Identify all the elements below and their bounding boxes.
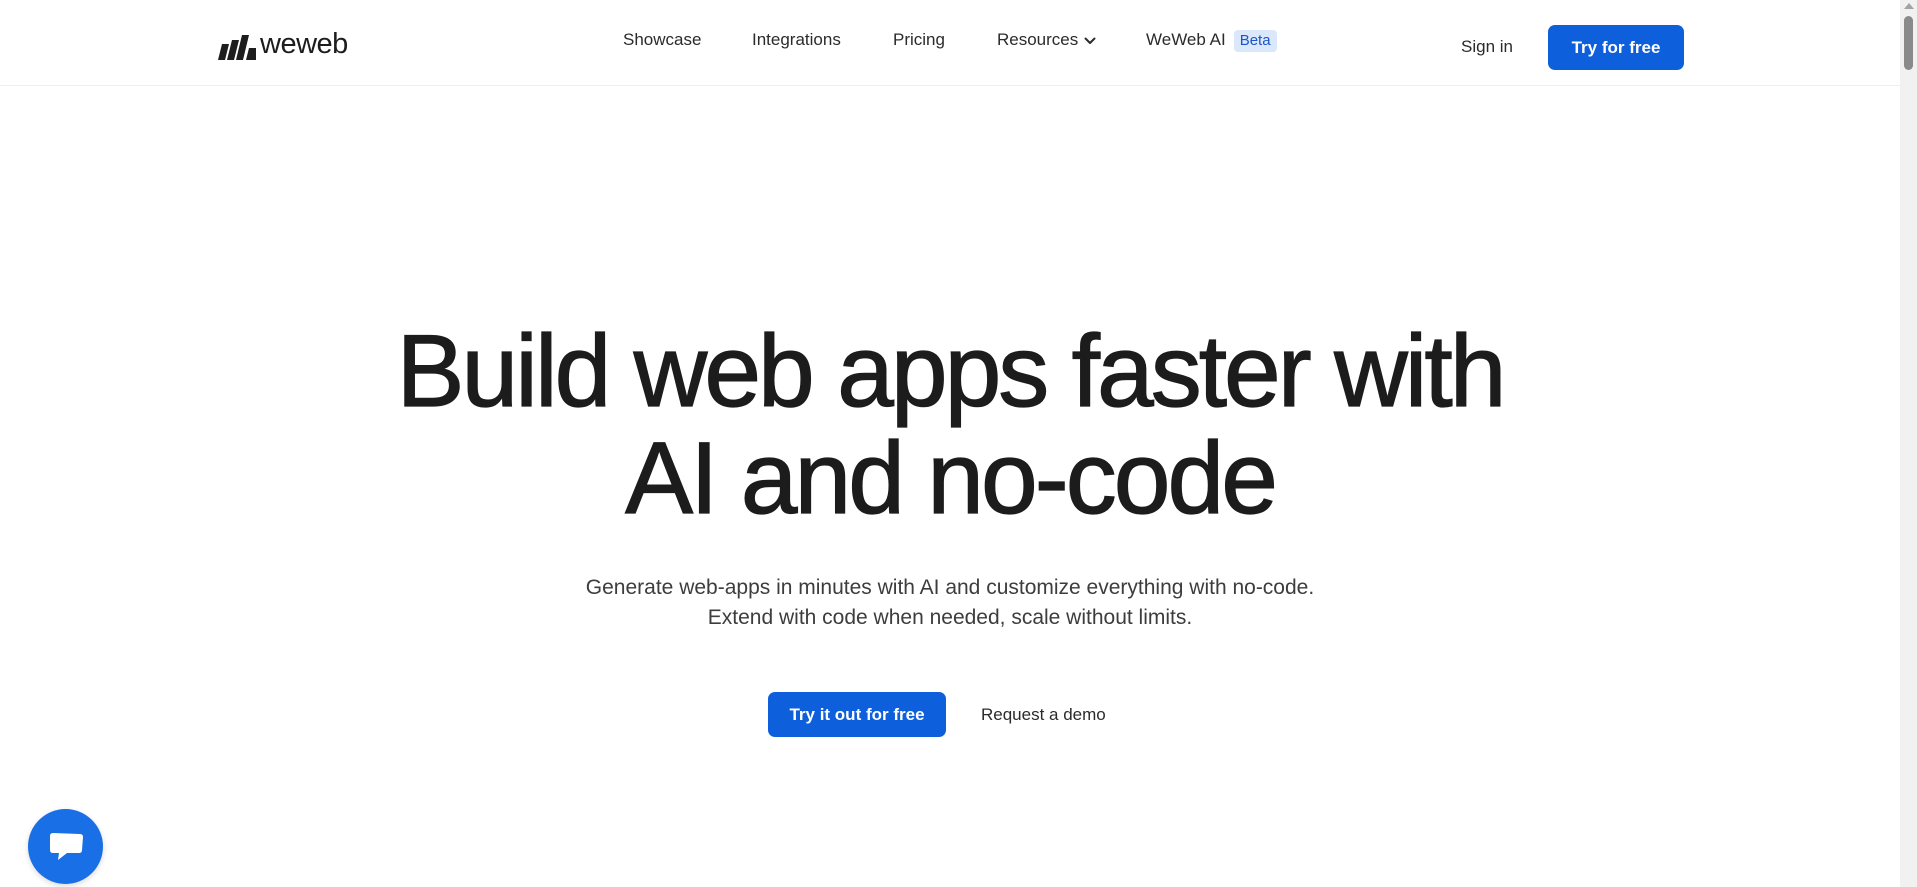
beta-badge: Beta (1233, 30, 1277, 52)
weweb-logo[interactable]: weweb (218, 28, 348, 61)
site-header: weweb Showcase Integrations Pricing Reso… (0, 0, 1900, 86)
request-demo-link[interactable]: Request a demo (981, 705, 1106, 725)
hero-subtitle: Generate web-apps in minutes with AI and… (0, 573, 1900, 633)
hero-subtitle-line-1: Generate web-apps in minutes with AI and… (585, 576, 1315, 599)
nav-resources-label: Resources (997, 30, 1079, 49)
scroll-up-arrow-icon[interactable] (1904, 3, 1914, 9)
nav-showcase[interactable]: Showcase (623, 28, 701, 52)
hero-title: Build web apps faster with AI and no-cod… (0, 317, 1900, 535)
scroll-thumb[interactable] (1904, 16, 1913, 70)
nav-integrations[interactable]: Integrations (752, 28, 841, 52)
brand-name: weweb (260, 28, 348, 60)
page: weweb Showcase Integrations Pricing Reso… (0, 0, 1917, 887)
try-it-out-button[interactable]: Try it out for free (768, 692, 946, 737)
chat-icon (49, 832, 83, 860)
nav-pricing[interactable]: Pricing (893, 28, 945, 52)
sign-in-link[interactable]: Sign in (1461, 36, 1513, 58)
nav-weweb-ai-label: WeWeb AI (1146, 30, 1226, 49)
hero-title-line-1: Build web apps faster with (396, 314, 1507, 428)
chevron-down-icon (1084, 28, 1096, 52)
hero-title-line-2: AI and no-code (624, 421, 1278, 535)
weweb-logo-icon (218, 34, 256, 60)
nav-weweb-ai[interactable]: WeWeb AI Beta (1146, 28, 1277, 52)
nav-resources[interactable]: Resources (997, 28, 1096, 53)
try-for-free-button[interactable]: Try for free (1548, 25, 1684, 70)
hero-subtitle-line-2: Extend with code when needed, scale with… (707, 606, 1193, 629)
chat-widget-button[interactable] (28, 809, 103, 884)
hero-actions: Try it out for free Request a demo (768, 692, 1106, 737)
page-scrollbar[interactable] (1900, 0, 1917, 887)
